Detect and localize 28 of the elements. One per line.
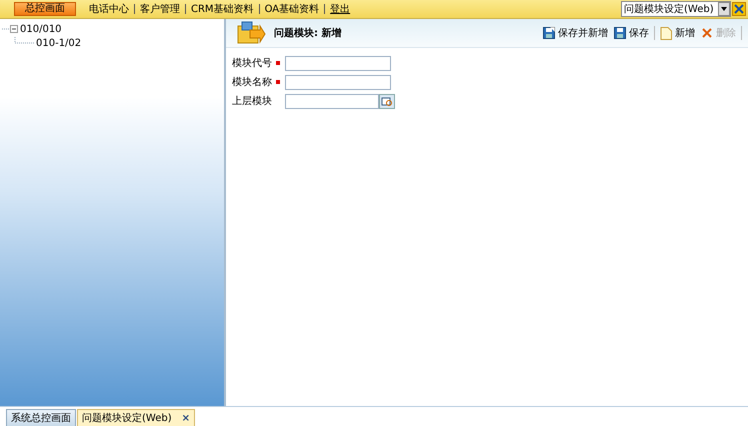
field-label: 模块代号 [232, 56, 273, 70]
close-icon[interactable] [732, 2, 746, 16]
menu-link[interactable]: CRM基础资料 [186, 2, 259, 16]
folder-arrow-icon [236, 20, 266, 46]
menu-link[interactable]: 登出 [325, 2, 356, 16]
tree-item[interactable]: 010-1/02 [36, 38, 82, 48]
new-button[interactable]: 新增 [657, 26, 698, 40]
lookup-icon[interactable] [379, 94, 395, 108]
save-new-button[interactable]: 保存并新增 [540, 26, 611, 40]
window-tab[interactable]: 问题模块设定(Web) × [77, 409, 195, 426]
tab-close[interactable]: × [182, 412, 190, 424]
menu-link[interactable]: 电话中心 [84, 2, 134, 16]
cross-icon [701, 27, 713, 39]
save-button[interactable]: 保存 [611, 26, 652, 40]
tree-expander-icon[interactable] [0, 23, 20, 35]
input-field[interactable] [285, 94, 379, 108]
window-dropdown[interactable]: 问题模块设定(Web) [621, 1, 731, 17]
field-label: 上层模块 [232, 94, 273, 108]
menu-link[interactable]: OA基础资料 [260, 2, 324, 16]
home-button[interactable]: 总控画面 [14, 2, 76, 16]
field-label: 模块名称 [232, 76, 273, 89]
input-field[interactable] [285, 74, 391, 90]
tree-item[interactable]: 010/010 [20, 24, 62, 34]
window-tab[interactable]: 系统总控画面 [6, 409, 76, 426]
page-title: 问题模块: 新增 [274, 26, 342, 40]
menu-link[interactable]: 客户管理 [135, 2, 185, 16]
input-field[interactable] [285, 56, 391, 70]
document-icon [660, 26, 672, 40]
